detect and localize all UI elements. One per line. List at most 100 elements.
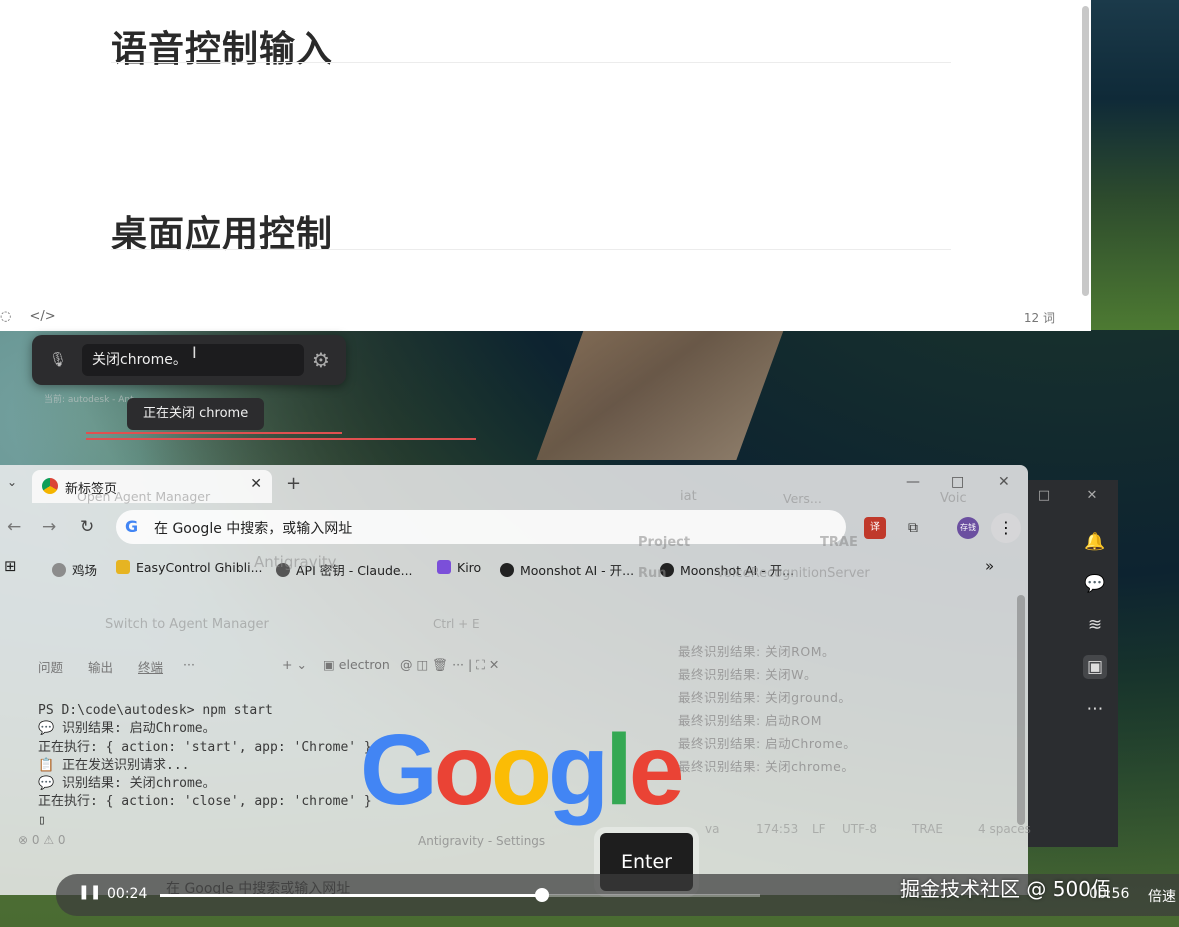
console-line: 最终识别结果: 启动ROM	[678, 713, 822, 728]
status-trae[interactable]: TRAE	[912, 822, 943, 836]
voice-input-bar: 🎙 关闭chrome。 I ⚙	[32, 335, 346, 385]
panel-tab-terminal[interactable]: 终端	[138, 657, 163, 676]
terminal-selector[interactable]: ▣ electron	[323, 657, 390, 672]
chrome-icon	[42, 478, 58, 494]
ghost-open-agent-manager: Open Agent Manager	[77, 489, 211, 504]
moonshot-icon	[500, 563, 514, 577]
bookmark-item[interactable]: 鸡场	[52, 560, 97, 579]
word-count[interactable]: 12 词	[1024, 309, 1055, 326]
progress-fill	[160, 894, 542, 897]
new-tab-button[interactable]: +	[286, 473, 301, 494]
wallpaper-road	[536, 330, 784, 460]
close-icon[interactable]: ✕	[1082, 488, 1102, 508]
ghost-antigravity: Antigravity	[254, 553, 337, 571]
bookmarks-bar: ⊞ 鸡场 EasyControl Ghibli... API 密钥 - Clau…	[0, 553, 1028, 585]
progress-track[interactable]	[160, 888, 760, 902]
heading-divider	[111, 62, 951, 63]
kiro-icon	[437, 560, 451, 574]
console-line: 最终识别结果: 关闭W。	[678, 667, 818, 682]
pause-icon[interactable]: ❚❚	[78, 884, 101, 900]
close-tab-icon[interactable]: ✕	[250, 476, 262, 492]
extensions-puzzle-icon[interactable]: ⧉	[902, 517, 924, 539]
more-bookmarks-icon[interactable]: »	[985, 557, 994, 575]
translate-extension-icon[interactable]: 译	[864, 517, 886, 539]
ghost-run: Run	[638, 566, 667, 581]
omnibox-placeholder: 在 Google 中搜索，或输入网址	[154, 521, 353, 537]
ide-status-bar: ⊗ 0 ⚠ 0 Antigravity - Settings va 174:53…	[0, 822, 1031, 854]
ai-chat-icon[interactable]: 💬	[1083, 572, 1107, 596]
editor-scrollbar[interactable]	[1082, 6, 1089, 296]
notification-bell-icon[interactable]: 🔔	[1083, 530, 1107, 554]
bookmark-favicon	[116, 560, 130, 574]
source-code-mode-icon[interactable]: </>	[29, 309, 55, 324]
console-line: 最终识别结果: 启动Chrome。	[678, 736, 857, 751]
status-settings[interactable]: Antigravity - Settings	[418, 834, 545, 848]
close-icon[interactable]: ✕	[998, 474, 1010, 490]
chrome-menu-icon[interactable]: ⋮	[991, 513, 1021, 543]
ghost-shortcut: Ctrl + E	[433, 617, 480, 631]
omnibox[interactable]: G 在 Google 中搜索，或输入网址	[116, 510, 846, 544]
gear-icon[interactable]: ⚙	[308, 347, 334, 373]
outline-toggle-icon[interactable]: ◌	[0, 309, 11, 324]
profile-avatar[interactable]: 存钱	[957, 517, 979, 539]
microphone-icon[interactable]: 🎙	[46, 348, 70, 372]
terminal-line: 📋 正在发送识别请求...	[38, 757, 190, 773]
current-time: 00:24	[107, 886, 148, 902]
watermark: 掘金技术社区 @ 500佰	[900, 877, 1111, 901]
panel-tab-output[interactable]: 输出	[88, 657, 113, 676]
status-encoding[interactable]: UTF-8	[842, 822, 877, 836]
red-underline	[86, 432, 342, 434]
bookmark-item[interactable]: EasyControl Ghibli...	[116, 560, 263, 575]
terminal-line: 💬 识别结果: 启动Chrome。	[38, 721, 216, 737]
heading-voice-input: 语音控制输入	[111, 29, 334, 70]
status-language: va	[705, 822, 720, 836]
status-indent[interactable]: 4 spaces	[978, 822, 1031, 836]
terminal-line: 正在执行: { action: 'start', app: 'Chrome' }	[38, 739, 372, 755]
add-terminal-icon[interactable]: + ⌄	[282, 657, 307, 672]
ghost-iat-tab: iat	[680, 489, 697, 504]
red-underline	[86, 438, 476, 440]
database-icon[interactable]: ≋	[1083, 613, 1107, 637]
terminal-line: PS D:\code\autodesk> npm start	[38, 703, 273, 718]
console-line: 最终识别结果: 关闭chrome。	[678, 759, 855, 774]
maximize-icon[interactable]: □	[951, 474, 964, 490]
ghost-run-target: VoiceRecognitionServer	[716, 566, 870, 581]
bookmark-item[interactable]: Moonshot AI - 开...	[500, 560, 634, 579]
playback-speed[interactable]: 倍速	[1148, 886, 1176, 906]
forward-icon[interactable]: →	[42, 517, 56, 537]
ghost-project: Project	[638, 535, 691, 550]
ide-right-toolbar: 🔔 💬 ≋ ▣ ⋯	[1070, 516, 1118, 796]
progress-knob[interactable]	[534, 888, 549, 902]
editor-footer: ◌ </>	[0, 309, 70, 324]
minimize-icon[interactable]: —	[906, 474, 920, 490]
panel-tab-problems[interactable]: 问题	[38, 657, 63, 676]
chrome-toolbar: ← → ↻ G 在 Google 中搜索，或输入网址 译 ⧉ 存钱 ⋮	[0, 503, 1028, 553]
google-logo: Google	[360, 714, 684, 826]
terminal-output: PS D:\code\autodesk> npm start 💬 识别结果: 启…	[38, 702, 372, 830]
ghost-trae: TRAE	[820, 535, 858, 550]
status-problems[interactable]: ⊗ 0 ⚠ 0	[18, 833, 66, 847]
apps-grid-icon[interactable]: ⊞	[4, 557, 17, 575]
assistant-icon[interactable]: ▣	[1083, 655, 1107, 679]
reload-icon[interactable]: ↻	[80, 517, 94, 537]
terminal-line: 💬 识别结果: 关闭chrome。	[38, 776, 216, 792]
maximize-icon[interactable]: □	[1034, 488, 1054, 508]
chrome-tab-bar: ⌄ 新标签页 ✕ + Open Agent Manager iat Vers..…	[0, 465, 1028, 506]
chrome-window: ⌄ 新标签页 ✕ + Open Agent Manager iat Vers..…	[0, 465, 1031, 895]
markdown-editor-window: 语音控制输入 桌面应用控制 ◌ </> 12 词	[0, 0, 1091, 331]
console-scrollbar[interactable]	[1017, 595, 1025, 825]
status-position[interactable]: 174:53	[756, 822, 798, 836]
heading-divider	[111, 249, 951, 250]
bookmark-item[interactable]: Kiro	[437, 560, 481, 575]
console-line: 最终识别结果: 关闭ground。	[678, 690, 852, 705]
text-cursor-icon: I	[192, 343, 197, 362]
panel-tab-more[interactable]: ···	[183, 657, 195, 672]
back-icon[interactable]: ←	[7, 517, 21, 537]
console-line: 最终识别结果: 关闭ROM。	[678, 644, 835, 659]
more-options-icon[interactable]: ⋯	[1083, 697, 1107, 721]
tab-search-chevron-icon[interactable]: ⌄	[7, 475, 17, 489]
terminal-actions-icon[interactable]: @ ◫ 🗑 ··· | ⛶ ✕	[400, 657, 499, 673]
terminal-line: 正在执行: { action: 'close', app: 'chrome' }	[38, 794, 372, 810]
status-line-ending[interactable]: LF	[812, 822, 826, 836]
globe-icon	[52, 563, 66, 577]
